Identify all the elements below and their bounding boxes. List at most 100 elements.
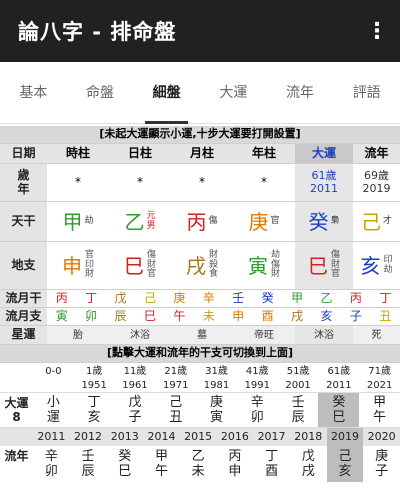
dayun-age-cell[interactable]: 0-0: [33, 363, 74, 392]
tab-basic[interactable]: 基本: [0, 62, 67, 124]
liuyue-zhi-cell[interactable]: 戌: [282, 308, 311, 325]
liuyue-gan-cell[interactable]: 丙: [341, 290, 370, 307]
year-cell[interactable]: 2016: [217, 428, 254, 446]
dayun-pillar[interactable]: 辛 卯: [237, 393, 278, 427]
dayun-pillar[interactable]: 壬 辰: [278, 393, 319, 427]
tab-liunian[interactable]: 流年: [267, 62, 334, 124]
year-cell[interactable]: 2015: [180, 428, 217, 446]
liuyue-zhi-cell[interactable]: 巳: [135, 308, 164, 325]
liuyue-zhi-cell[interactable]: 卯: [76, 308, 105, 325]
stem-note: 才: [382, 215, 392, 226]
branch-cell[interactable]: 申官 印 財: [47, 242, 109, 289]
dayun-pillar[interactable]: 庚 寅: [196, 393, 237, 427]
liuyue-gan-cell[interactable]: 丁: [371, 290, 400, 307]
liunian-pillar[interactable]: 庚 子: [363, 446, 400, 482]
liuyue-gan-cell[interactable]: 丙: [47, 290, 76, 307]
liuyue-zhi-cell[interactable]: 子: [341, 308, 370, 325]
dayun-pillar[interactable]: 丁 亥: [74, 393, 115, 427]
age-dot: *: [137, 174, 143, 189]
liunian-age: 69歲 2019: [362, 169, 391, 195]
stem-cell[interactable]: 庚官: [233, 202, 295, 241]
dayun-age-cell[interactable]: 61歲 2011: [318, 363, 359, 392]
liuyue-zhi-cell[interactable]: 酉: [253, 308, 282, 325]
dayun-year: 1991: [244, 380, 271, 391]
dayun-age-cell[interactable]: 71歲 2021: [359, 363, 400, 392]
age-row: 歲 年 * * * * 61歲 2011 69歲 2019: [0, 164, 400, 202]
more-vert-icon[interactable]: ⋮: [366, 19, 388, 44]
liuyue-gan-cell[interactable]: 戊: [106, 290, 135, 307]
dayun-pillar[interactable]: 甲 午: [359, 393, 400, 427]
tab-detail-chart[interactable]: 細盤: [133, 62, 200, 124]
liunian-pillar[interactable]: 辛 卯: [33, 446, 70, 482]
stem-cell[interactable]: 癸梟: [295, 202, 353, 241]
dayun-age-cell[interactable]: 31歲 1981: [196, 363, 237, 392]
liuyue-zhi-cell[interactable]: 午: [165, 308, 194, 325]
dayun-age-cell[interactable]: 41歲 1991: [237, 363, 278, 392]
liuyue-zhi-cell[interactable]: 丑: [371, 308, 400, 325]
dayun-label: 大運 8: [4, 396, 29, 424]
liuyue-gan-cell[interactable]: 庚: [165, 290, 194, 307]
liunian-row: 流年 辛 卯 壬 辰 癸 巳 甲 午 乙 未 丙 申 丁 酉 戊 戌 己 亥 庚…: [0, 446, 400, 482]
liuyue-gan-cell[interactable]: 甲: [282, 290, 311, 307]
branch-cell[interactable]: 寅劫 傷 財: [233, 242, 295, 289]
branch-cell[interactable]: 巳傷 財 官: [109, 242, 171, 289]
dayun-age-row: 0-0 1歲 1951 11歲 1961 21歲 1971 31歲 1981 41歲 19…: [0, 363, 400, 393]
year-cell[interactable]: 2017: [253, 428, 290, 446]
liuyue-gan-cell[interactable]: 壬: [224, 290, 253, 307]
liuyue-zhi-cell[interactable]: 寅: [47, 308, 76, 325]
liunian-pillar[interactable]: 甲 午: [143, 446, 180, 482]
header-row: 日期 時柱 日柱 月柱 年柱 大運 流年: [0, 144, 400, 164]
liunian-pillar[interactable]: 乙 未: [180, 446, 217, 482]
liuyue-zhi-cell[interactable]: 辰: [106, 308, 135, 325]
tab-chart[interactable]: 命盤: [67, 62, 134, 124]
stem-char: 己: [360, 209, 381, 234]
branch-cell[interactable]: 戌財 殺 食: [171, 242, 233, 289]
stem-cell[interactable]: 甲劫: [47, 202, 109, 241]
liuyue-zhi-cell[interactable]: 未: [194, 308, 223, 325]
dayun-age-cell[interactable]: 21歲 1971: [155, 363, 196, 392]
year-cell[interactable]: 2014: [143, 428, 180, 446]
liunian-pillar[interactable]: 癸 巳: [106, 446, 143, 482]
year-cell[interactable]: 2012: [70, 428, 107, 446]
branch-cell[interactable]: 巳傷 財 官: [295, 242, 353, 289]
liunian-pillar[interactable]: 戊 戌: [290, 446, 327, 482]
year-cell[interactable]: 2011: [33, 428, 70, 446]
branch-note: 傷 財 官: [330, 249, 340, 280]
liuyue-gan-cell[interactable]: 己: [135, 290, 164, 307]
dayun-pillar-selected[interactable]: 癸 巳: [318, 393, 360, 427]
dayun-age: 1歲: [85, 366, 103, 377]
year-cell[interactable]: 2018: [290, 428, 327, 446]
dayun-pillar[interactable]: 己 丑: [155, 393, 196, 427]
stem-cell[interactable]: 己才: [353, 202, 400, 241]
liuyue-zhi-cell[interactable]: 申: [224, 308, 253, 325]
branch-note: 劫 傷 財: [270, 249, 280, 280]
tab-comment[interactable]: 評語: [333, 62, 400, 124]
liunian-pillar-selected[interactable]: 己 亥: [326, 446, 364, 482]
tab-dayun[interactable]: 大運: [200, 62, 267, 124]
liunian-pillar[interactable]: 丁 酉: [253, 446, 290, 482]
dayun-age-cell[interactable]: 1歲 1951: [74, 363, 115, 392]
liuyue-gan-cell[interactable]: 乙: [312, 290, 341, 307]
liuyue-gan-cell[interactable]: 癸: [253, 290, 282, 307]
branch-cell[interactable]: 亥印 劫: [353, 242, 400, 289]
stem-cell[interactable]: 丙傷: [171, 202, 233, 241]
dayun-pillar[interactable]: 小 運: [33, 393, 74, 427]
year-cell[interactable]: 2020: [363, 428, 400, 446]
dayun-age-cell[interactable]: 11歲 1961: [115, 363, 156, 392]
year-cell[interactable]: 2013: [106, 428, 143, 446]
liuyue-zhi-cell[interactable]: 亥: [312, 308, 341, 325]
liuyue-gan-cell[interactable]: 丁: [76, 290, 105, 307]
liunian-pillar[interactable]: 丙 申: [217, 446, 254, 482]
liuyue-gan-cell[interactable]: 辛: [194, 290, 223, 307]
stem-cell[interactable]: 乙元 男: [109, 202, 171, 241]
liunian-pillar[interactable]: 壬 辰: [70, 446, 107, 482]
dayun-year: 1961: [122, 380, 148, 391]
branch-note: 官 印 財: [84, 249, 94, 280]
tiangan-row: 天干 甲劫 乙元 男 丙傷 庚官 癸梟 己才: [0, 202, 400, 242]
dayun-pillar[interactable]: 戊 子: [115, 393, 156, 427]
dayun-age-cell[interactable]: 51歲 2001: [278, 363, 319, 392]
year-cell-selected[interactable]: 2019: [326, 428, 364, 446]
xingyun-cell: 沐浴: [130, 329, 150, 341]
